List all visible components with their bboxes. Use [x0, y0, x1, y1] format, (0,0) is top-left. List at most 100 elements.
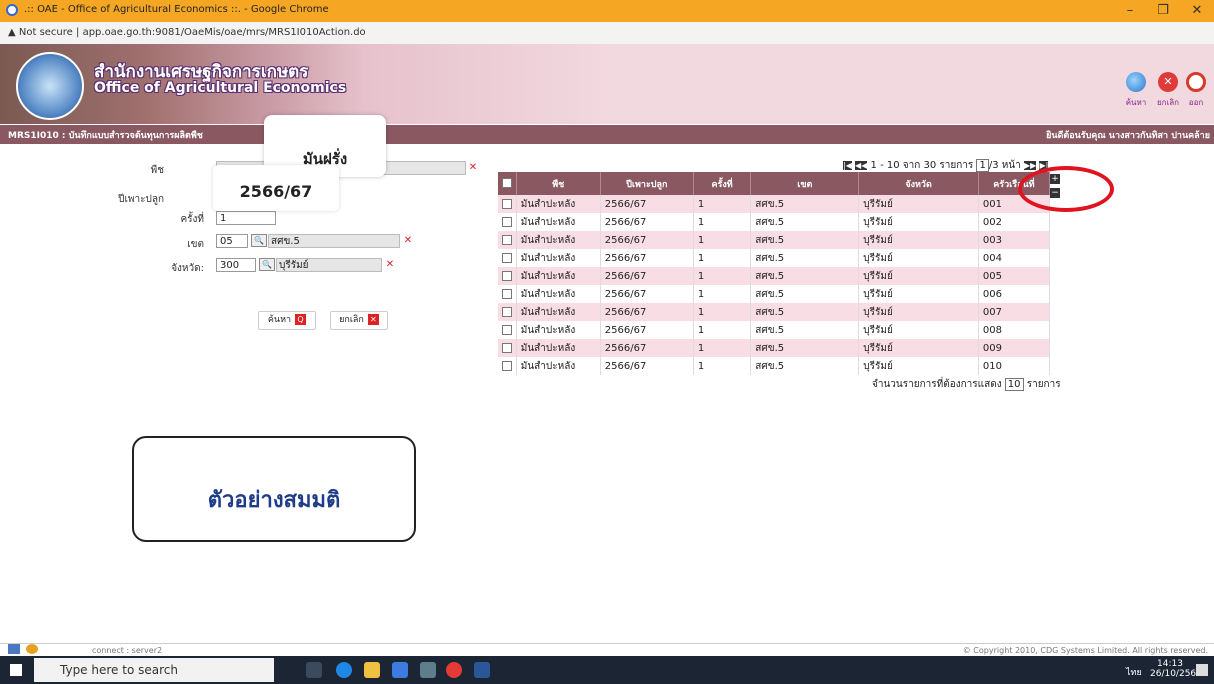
province-code-input[interactable]: 300 [216, 258, 256, 272]
prev-page-icon[interactable]: ◀◀ [855, 161, 868, 170]
table-row[interactable]: มันสำปะหลัง 2566/67 1 สศข.5 บุรีรัมย์ 008 [498, 321, 1051, 339]
row-checkbox[interactable] [498, 303, 517, 321]
province-label: จังหวัด: [171, 263, 204, 274]
search-button[interactable]: ค้นหา Q [258, 311, 316, 330]
row-checkbox[interactable] [498, 285, 517, 303]
table-row[interactable]: มันสำปะหลัง 2566/67 1 สศข.5 บุรีรัมย์ 001 [498, 195, 1051, 213]
cell-round: 1 [693, 303, 752, 321]
table-row[interactable]: มันสำปะหลัง 2566/67 1 สศข.5 บุรีรัมย์ 010 [498, 357, 1051, 375]
cell-round: 1 [693, 285, 752, 303]
keyboard-icon[interactable] [8, 644, 20, 654]
data-grid: พืช ปีเพาะปลูก ครั้งที่ เขต จังหวัด ครัว… [498, 172, 1051, 375]
col-header-zone[interactable]: เขต [750, 172, 860, 195]
col-header-round[interactable]: ครั้งที่ [693, 172, 752, 195]
cell-round: 1 [693, 339, 752, 357]
header-exit-label[interactable]: ออก [1181, 96, 1211, 109]
task-view-icon[interactable] [306, 662, 322, 678]
row-checkbox[interactable] [498, 213, 517, 231]
security-label: Not secure [18, 27, 73, 38]
table-row[interactable]: มันสำปะหลัง 2566/67 1 สศข.5 บุรีรัมย์ 007 [498, 303, 1051, 321]
restore-icon[interactable]: ❐ [1148, 2, 1178, 20]
col-header-province[interactable]: จังหวัด [858, 172, 979, 195]
cell-household: 006 [978, 285, 1051, 303]
cell-year: 2566/67 [600, 213, 694, 231]
cell-crop: มันสำปะหลัง [516, 213, 601, 231]
clock-date: 26/10/2566 [1150, 669, 1202, 679]
cell-household: 007 [978, 303, 1051, 321]
select-all-checkbox[interactable] [498, 172, 517, 195]
cell-round: 1 [693, 213, 752, 231]
header-cancel-label[interactable]: ยกเลิก [1153, 96, 1183, 109]
zone-clear-icon[interactable]: ✕ [403, 236, 413, 246]
cell-crop: มันสำปะหลัง [516, 195, 601, 213]
zone-code-input[interactable]: 05 [216, 234, 248, 248]
table-row[interactable]: มันสำปะหลัง 2566/67 1 สศข.5 บุรีรัมย์ 003 [498, 231, 1051, 249]
row-checkbox[interactable] [498, 249, 517, 267]
cell-household: 002 [978, 213, 1051, 231]
row-checkbox[interactable] [498, 339, 517, 357]
cell-crop: มันสำปะหลัง [516, 249, 601, 267]
input-language[interactable]: ไทย [1126, 665, 1142, 679]
cell-crop: มันสำปะหลัง [516, 267, 601, 285]
row-checkbox[interactable] [498, 267, 517, 285]
windows-start-icon[interactable] [10, 664, 22, 676]
province-clear-icon[interactable]: ✕ [385, 260, 395, 270]
first-page-icon[interactable]: |◀ [843, 161, 852, 170]
province-lookup-icon[interactable]: 🔍 [259, 258, 275, 271]
page-total: /3 หน้า [988, 160, 1021, 171]
cancel-button[interactable]: ยกเลิก ✕ [330, 311, 388, 330]
rows-per-page-input[interactable]: 10 [1004, 378, 1024, 391]
header-search-label[interactable]: ค้นหา [1121, 96, 1151, 109]
chrome-taskbar-icon[interactable] [446, 662, 462, 678]
cell-household: 009 [978, 339, 1051, 357]
next-page-icon[interactable]: ▶▶ [1023, 161, 1037, 170]
row-checkbox[interactable] [498, 321, 517, 339]
row-checkbox[interactable] [498, 231, 517, 249]
cell-province: บุรีรัมย์ [858, 267, 979, 285]
header-power-icon[interactable] [1186, 72, 1206, 92]
cell-crop: มันสำปะหลัง [516, 339, 601, 357]
row-checkbox[interactable] [498, 195, 517, 213]
crop-clear-icon[interactable]: ✕ [468, 163, 478, 173]
province-name-field: บุรีรัมย์ [276, 258, 382, 272]
table-row[interactable]: มันสำปะหลัง 2566/67 1 สศข.5 บุรีรัมย์ 006 [498, 285, 1051, 303]
cell-household: 005 [978, 267, 1051, 285]
edge-icon[interactable] [336, 662, 352, 678]
chat-icon[interactable] [26, 644, 38, 654]
cell-year: 2566/67 [600, 321, 694, 339]
store-icon[interactable] [392, 662, 408, 678]
table-row[interactable]: มันสำปะหลัง 2566/67 1 สศข.5 บุรีรัมย์ 009 [498, 339, 1051, 357]
notification-icon[interactable] [1196, 664, 1208, 676]
search-icon: Q [295, 314, 307, 325]
cell-zone: สศข.5 [750, 267, 860, 285]
zone-label: เขต [187, 239, 204, 250]
year-popup-text: 2566/67 [239, 182, 313, 201]
file-explorer-icon[interactable] [364, 662, 380, 678]
word-icon[interactable] [474, 662, 490, 678]
calculator-icon[interactable] [420, 662, 436, 678]
cell-year: 2566/67 [600, 339, 694, 357]
connect-status: connect : server2 [92, 646, 163, 655]
minimize-icon[interactable]: – [1115, 2, 1145, 20]
table-row[interactable]: มันสำปะหลัง 2566/67 1 สศข.5 บุรีรัมย์ 004 [498, 249, 1051, 267]
highlight-circle [1018, 166, 1114, 212]
search-button-label: ค้นหา [267, 315, 292, 325]
col-header-crop[interactable]: พืช [516, 172, 601, 195]
table-row[interactable]: มันสำปะหลัง 2566/67 1 สศข.5 บุรีรัมย์ 005 [498, 267, 1051, 285]
zone-lookup-icon[interactable]: 🔍 [251, 234, 267, 247]
address-bar[interactable]: ▲ Not secure | app.oae.go.th:9081/OaeMis… [0, 22, 1214, 45]
sample-note-box: ตัวอย่างสมมติ [132, 436, 416, 542]
header-cancel-icon[interactable]: ✕ [1158, 72, 1178, 92]
cancel-button-label: ยกเลิก [339, 315, 364, 325]
row-checkbox[interactable] [498, 357, 517, 375]
round-input[interactable]: 1 [216, 211, 276, 225]
url: app.oae.go.th:9081/OaeMis/oae/mrs/MRS1I0… [82, 27, 366, 38]
close-icon[interactable]: ✕ [1182, 2, 1212, 20]
page-input[interactable]: 1 [976, 159, 989, 172]
col-header-year[interactable]: ปีเพาะปลูก [600, 172, 694, 195]
header-search-icon[interactable] [1126, 72, 1146, 92]
clock[interactable]: 14:13 26/10/2566 [1150, 659, 1202, 679]
taskbar-search[interactable]: Type here to search [34, 658, 274, 682]
cell-household: 010 [978, 357, 1051, 375]
table-row[interactable]: มันสำปะหลัง 2566/67 1 สศข.5 บุรีรัมย์ 002 [498, 213, 1051, 231]
